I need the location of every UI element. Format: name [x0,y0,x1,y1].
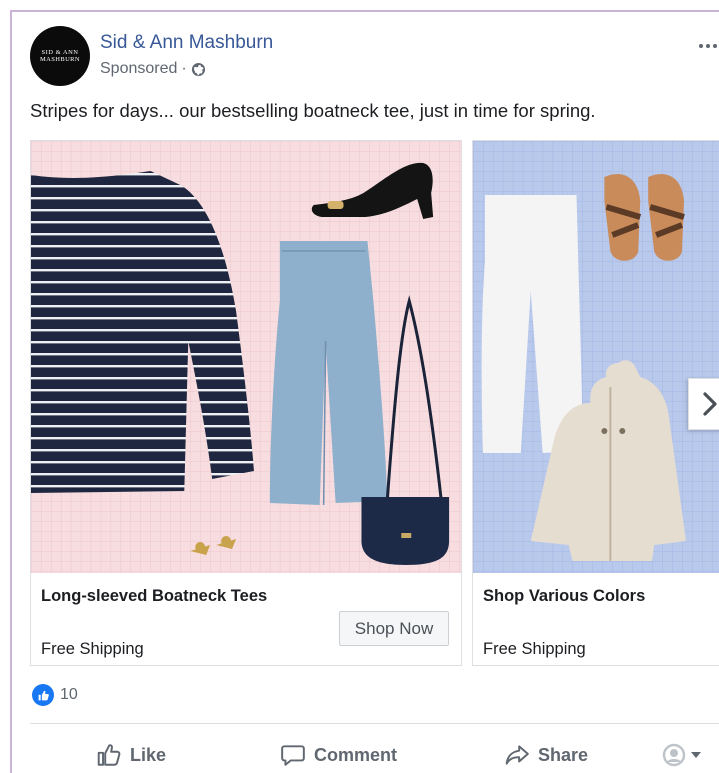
comment-button[interactable]: Comment [280,734,397,773]
share-button[interactable]: Share [504,734,588,773]
card-2-subtitle: Free Shipping [483,640,586,658]
card-1-footer: Long-sleeved Boatneck Tees Free Shipping… [31,573,461,665]
avatar-text-line2: MASHBURN [39,56,81,63]
carousel-card-2[interactable]: Shop Various Colors Free Shipping [472,140,719,666]
separator-dot: · [181,60,187,77]
shop-now-button[interactable]: Shop Now [339,611,449,646]
card-1-title[interactable]: Long-sleeved Boatneck Tees [41,587,267,606]
like-button[interactable]: Like [96,734,166,773]
card-2-product-image[interactable] [473,141,719,573]
post-actions-bar: Like Comment Share [30,734,719,773]
page-avatar[interactable]: SID & ANN MASHBURN [30,26,90,86]
thumbs-up-icon [97,744,121,766]
like-label: Like [130,744,167,765]
page-name-link[interactable]: Sid & Ann Mashburn [100,32,273,54]
card-1-image-art [31,141,461,573]
chevron-right-icon [702,392,717,416]
more-options-icon[interactable] [689,36,719,56]
comment-icon [281,745,305,766]
reaction-count: 10 [60,686,78,703]
post-caption: Stripes for days... our bestselling boat… [30,100,596,121]
avatar-text-line1: SID & ANN [41,48,79,56]
globe-icon[interactable] [191,62,206,77]
comment-label: Comment [314,744,398,765]
sponsored-label[interactable]: Sponsored [100,60,177,78]
reactions-summary[interactable]: 10 [32,684,78,706]
like-reaction-icon [32,684,54,706]
card-1-subtitle: Free Shipping [41,640,144,658]
carousel-next-button[interactable] [688,378,719,430]
share-icon [505,745,529,765]
sponsored-row: Sponsored · [100,60,206,78]
sponsored-post: SID & ANN MASHBURN Sid & Ann Mashburn Sp… [10,10,719,773]
profile-selector[interactable] [662,734,702,773]
card-2-footer: Shop Various Colors Free Shipping [473,573,719,665]
carousel-card-1[interactable]: Long-sleeved Boatneck Tees Free Shipping… [30,140,462,666]
card-2-title[interactable]: Shop Various Colors [483,587,645,606]
profile-avatar-icon [662,743,686,767]
ad-carousel: Long-sleeved Boatneck Tees Free Shipping… [30,140,719,670]
post-header: SID & ANN MASHBURN Sid & Ann Mashburn Sp… [30,26,719,86]
caret-down-icon [691,752,701,758]
card-1-product-image[interactable] [31,141,461,573]
share-label: Share [538,744,589,765]
actions-divider [30,723,719,724]
card-2-image-art [473,141,719,573]
